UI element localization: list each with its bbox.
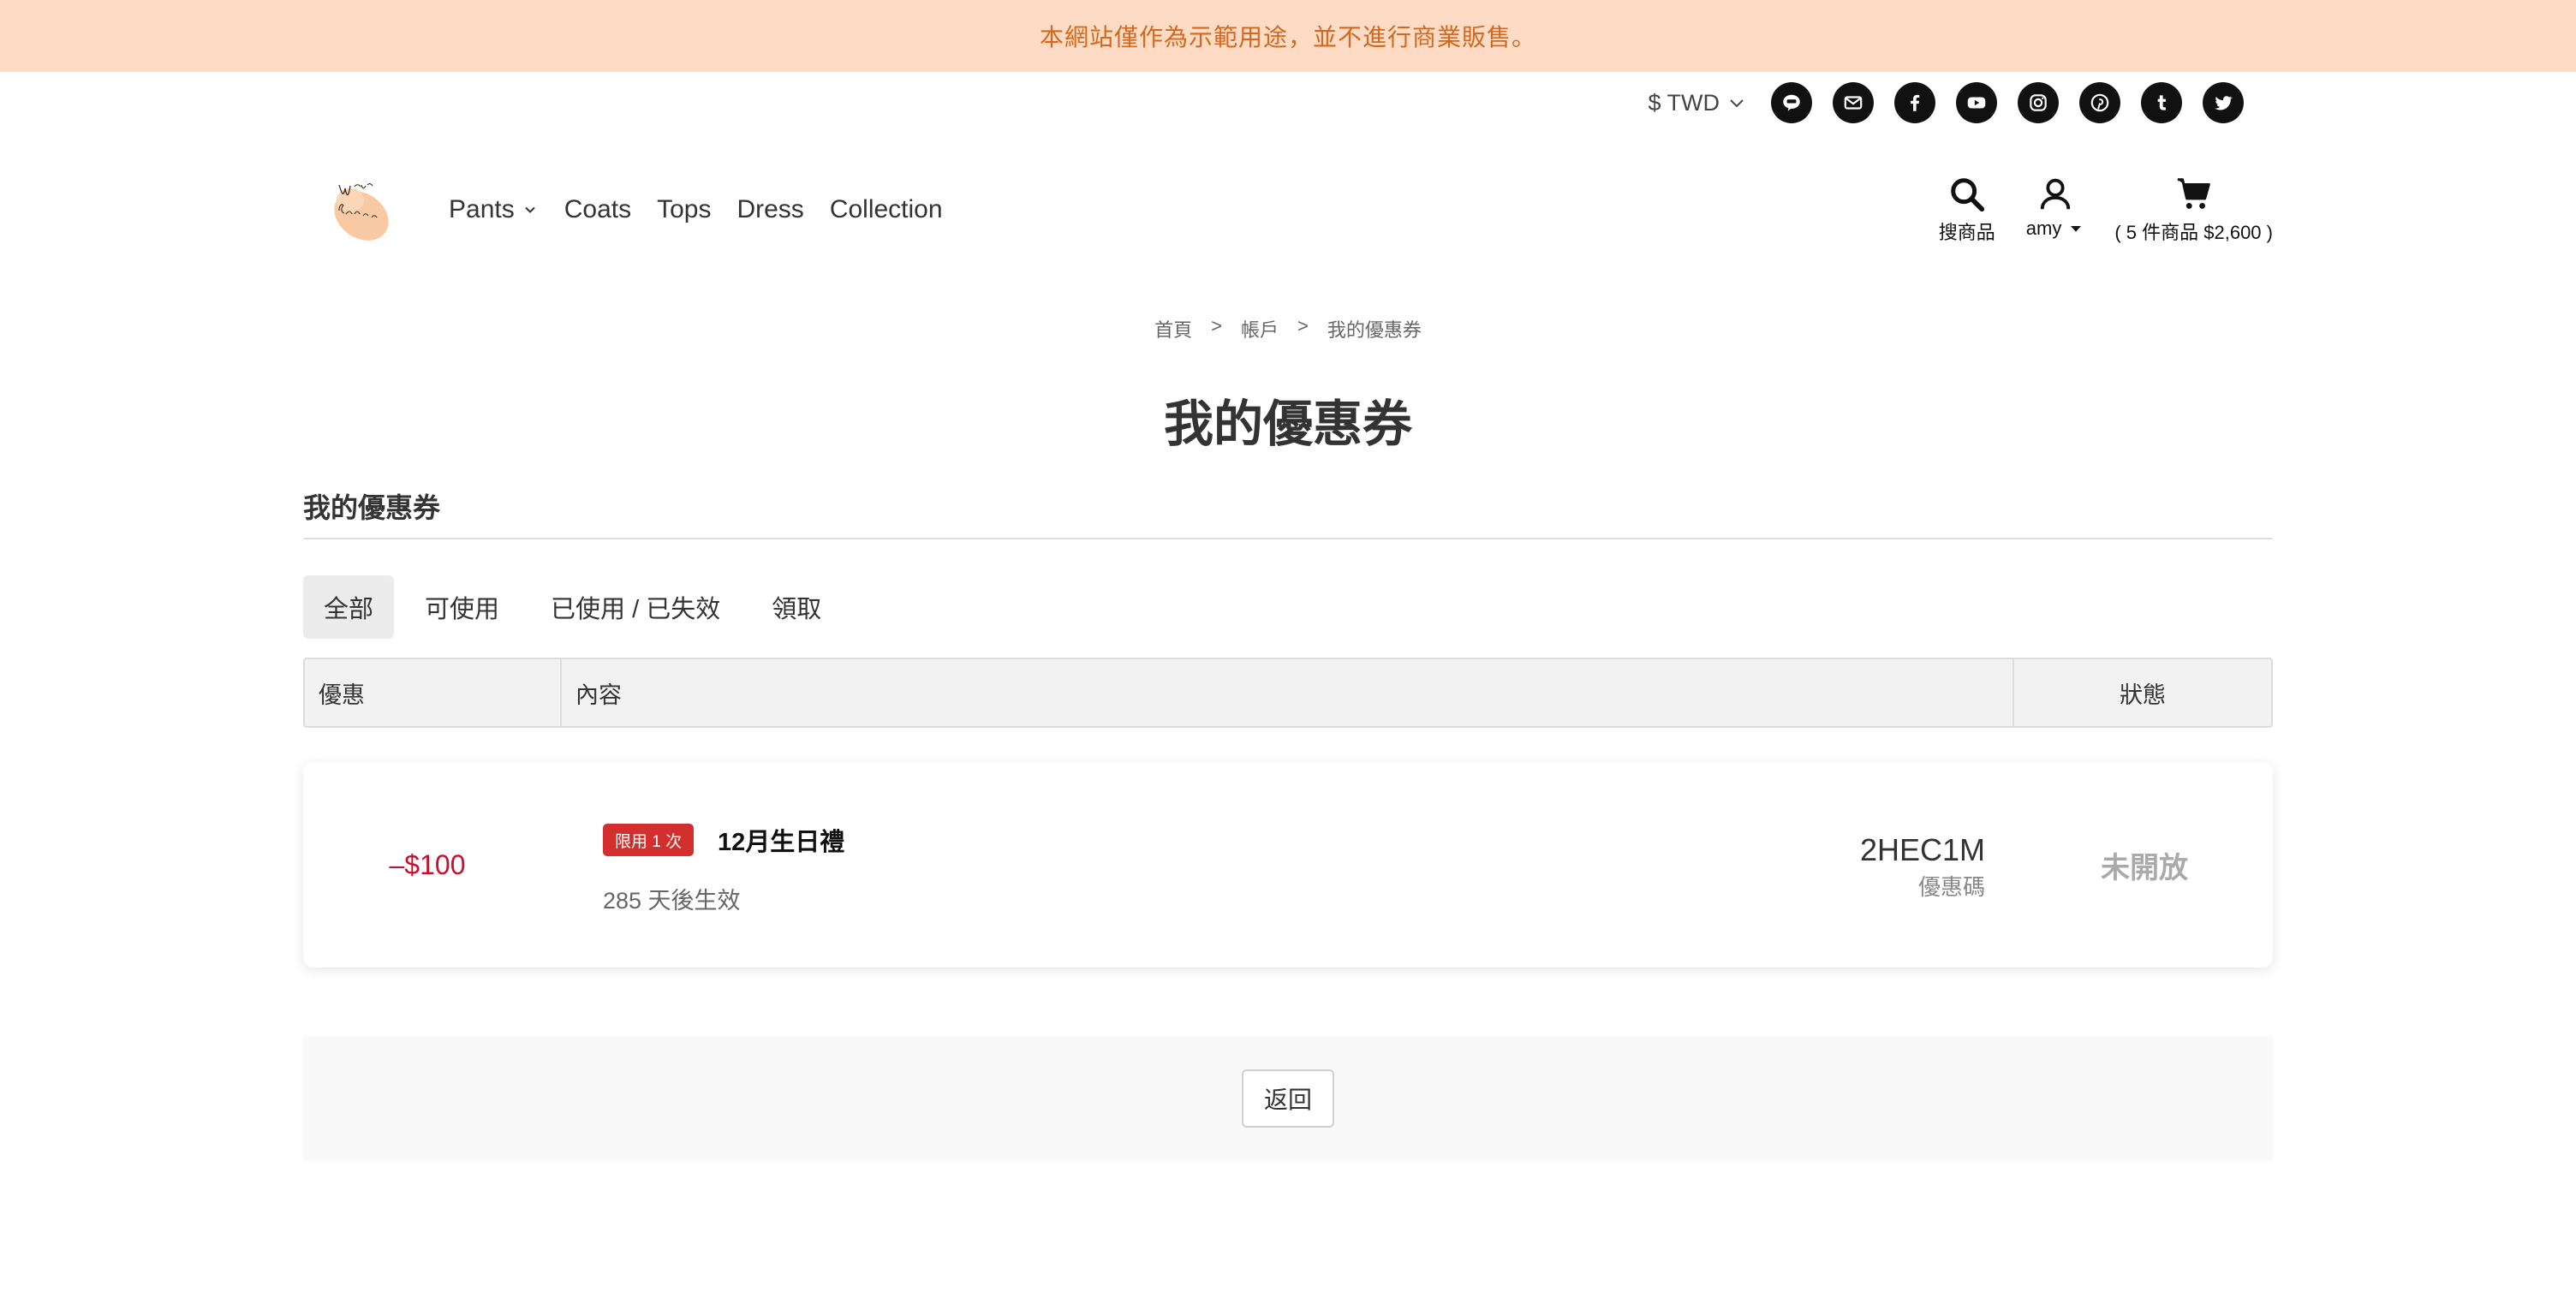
coupon-code: 2HEC1M <box>1859 832 1985 867</box>
chevron-down-icon <box>1730 99 1744 108</box>
main-nav: Pants Coats Tops Dress Collection <box>449 154 943 265</box>
usage-limit-badge: 限用 1 次 <box>603 824 695 856</box>
nav-item-coats[interactable]: Coats <box>564 195 631 224</box>
breadcrumb: 首頁 > 帳戶 > 我的優惠券 <box>0 315 2576 342</box>
section-title: 我的優惠券 <box>303 492 441 523</box>
nav-item-pants[interactable]: Pants <box>449 195 539 224</box>
search-label: 搜商品 <box>1938 222 1995 243</box>
nav-item-label: Tops <box>657 195 712 223</box>
breadcrumb-home[interactable]: 首頁 <box>1154 315 1192 342</box>
header-discount: 優惠 <box>305 659 562 726</box>
coupon-effective-date: 285 天後生效 <box>603 888 741 914</box>
back-button[interactable]: 返回 <box>1242 1069 1334 1128</box>
coupon-code-label: 優惠碼 <box>1917 874 1985 900</box>
line-icon[interactable] <box>1771 82 1812 123</box>
nav-item-label: Collection <box>829 195 943 223</box>
coupon-card: –$100 限用 1 次 12月生日禮 285 天後生效 2HEC1M 優惠碼 … <box>303 762 2273 968</box>
caret-down-icon <box>2071 226 2082 232</box>
facebook-icon[interactable] <box>1894 82 1935 123</box>
nav-item-dress[interactable]: Dress <box>736 195 803 224</box>
tab-claim[interactable]: 領取 <box>751 575 842 639</box>
breadcrumb-separator: > <box>1297 315 1309 336</box>
cart-icon <box>2177 178 2210 209</box>
site-header: Pants Coats Tops Dress Collection 搜商品 am… <box>303 154 2273 265</box>
currency-label: $ TWD <box>1648 89 1720 116</box>
announcement-text: 本網站僅作為示範用途，並不進行商業販售。 <box>1039 24 1536 51</box>
actions-bar: 返回 <box>303 1036 2273 1161</box>
twitter-icon[interactable] <box>2203 82 2244 123</box>
nav-item-label: Pants <box>449 195 515 223</box>
coupon-amount: –$100 <box>389 848 466 880</box>
header-status: 狀態 <box>2120 682 2166 708</box>
announcement-bar: 本網站僅作為示範用途，並不進行商業販售。 <box>0 0 2576 72</box>
tab-available[interactable]: 可使用 <box>404 575 520 639</box>
header-tools: 搜商品 amy ( 5 件商品 $2,600 ) <box>1939 175 2273 245</box>
breadcrumb-account[interactable]: 帳戶 <box>1241 315 1279 342</box>
page-title: 我的優惠券 <box>1163 396 1412 452</box>
utility-bar: $ TWD <box>1648 82 2244 123</box>
search-button[interactable]: 搜商品 <box>1939 175 1995 245</box>
coupon-code-block: 2HEC1M 優惠碼 <box>1860 832 1985 902</box>
tab-used-expired[interactable]: 已使用 / 已失效 <box>530 575 741 639</box>
coupon-tabs: 全部 可使用 已使用 / 已失效 領取 <box>303 575 852 639</box>
coupon-table-header: 優惠 內容 狀態 <box>303 658 2273 728</box>
nav-item-label: Coats <box>564 195 632 223</box>
coupon-name: 12月生日禮 <box>718 829 845 856</box>
currency-selector[interactable]: $ TWD <box>1648 90 1747 116</box>
header-content: 內容 <box>562 659 2014 726</box>
nav-item-collection[interactable]: Collection <box>830 195 943 224</box>
user-icon <box>2040 178 2070 210</box>
section-divider <box>303 538 2273 539</box>
nav-item-tops[interactable]: Tops <box>657 195 711 224</box>
account-label: amy <box>2025 217 2062 239</box>
breadcrumb-separator: > <box>1211 315 1222 336</box>
store-logo[interactable] <box>320 166 406 252</box>
email-icon[interactable] <box>1833 82 1874 123</box>
search-icon <box>1950 178 1984 212</box>
nav-item-label: Dress <box>736 195 804 223</box>
tab-all[interactable]: 全部 <box>303 575 395 639</box>
pinterest-icon[interactable] <box>2079 82 2120 123</box>
cart-summary: ( 5 件商品 $2,600 ) <box>2114 222 2273 243</box>
instagram-icon[interactable] <box>2018 82 2059 123</box>
chevron-down-icon <box>525 206 535 213</box>
youtube-icon[interactable] <box>1956 82 1997 123</box>
coupon-status: 未開放 <box>2101 851 2188 884</box>
tumblr-icon[interactable] <box>2141 82 2182 123</box>
account-button[interactable]: amy <box>2026 175 2084 240</box>
cart-button[interactable]: ( 5 件商品 $2,600 ) <box>2114 175 2273 245</box>
breadcrumb-current: 我的優惠券 <box>1327 319 1422 341</box>
